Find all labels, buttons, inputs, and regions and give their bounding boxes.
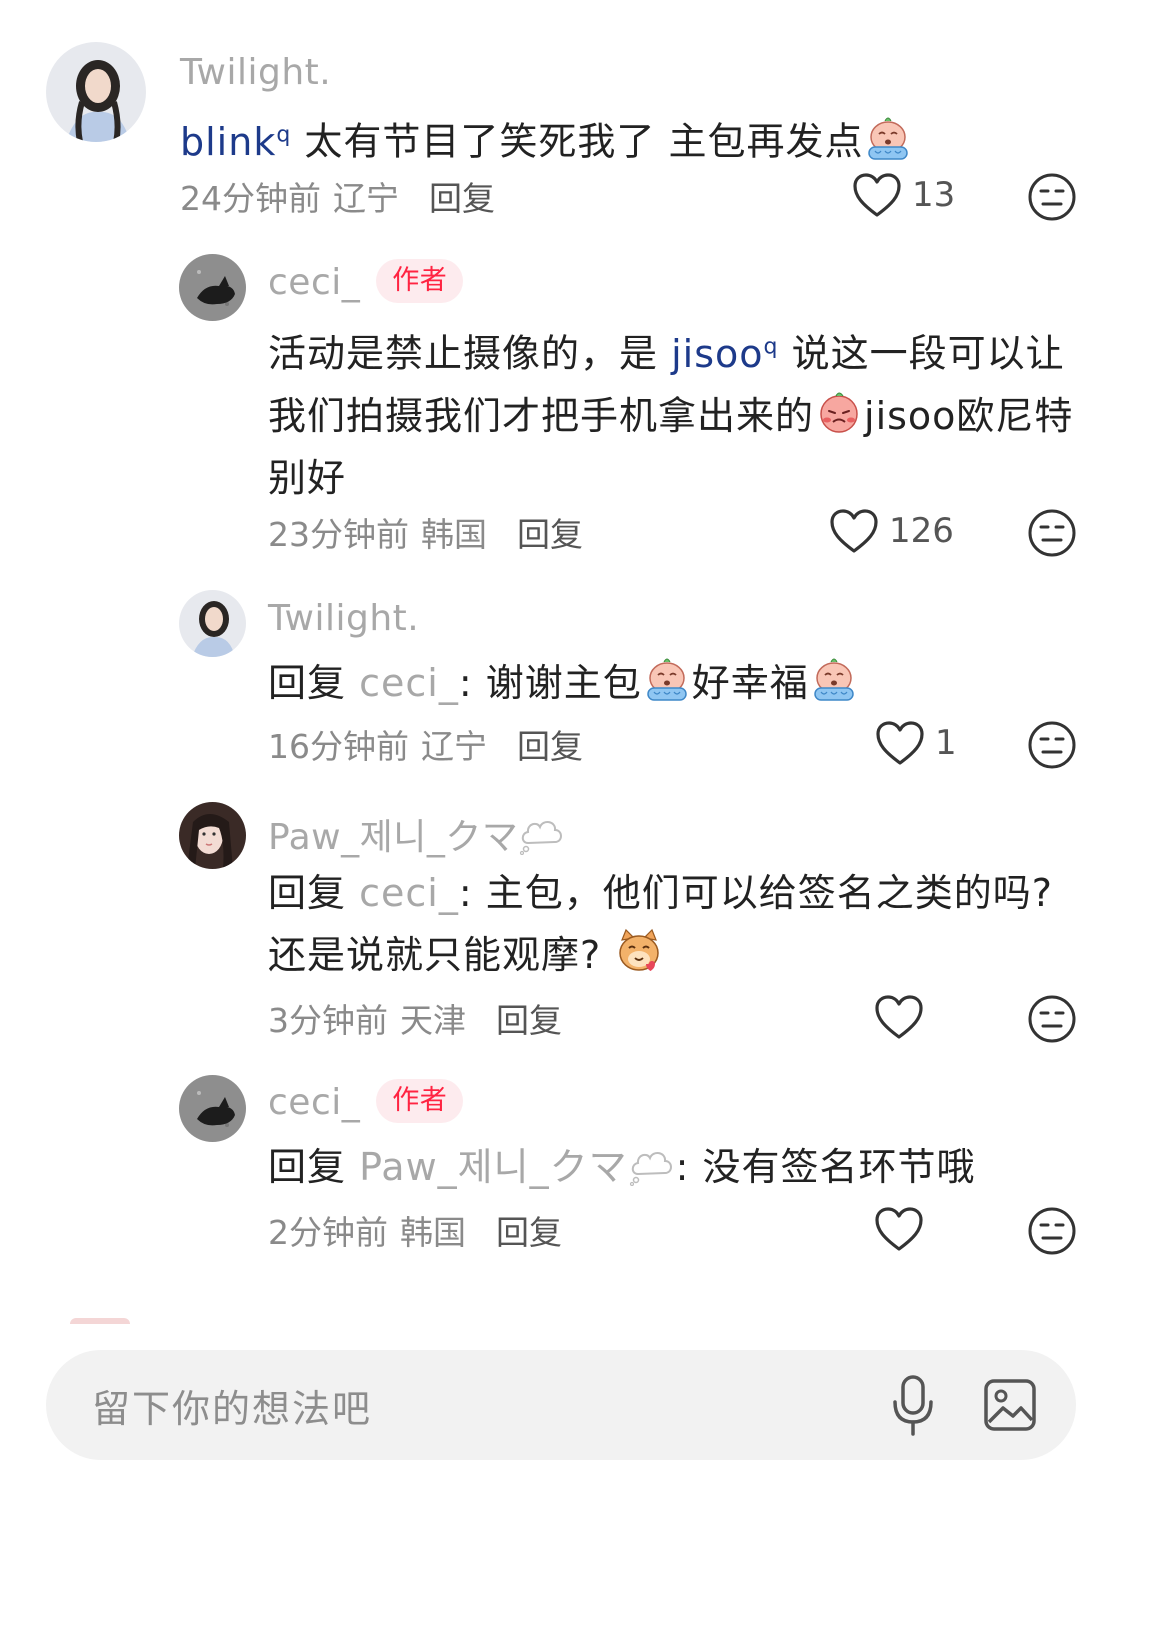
comment-text: 活动是禁止摄像的，是 jisooq 说这一段可以让 我们拍摄我们才把手机拿出来的… xyxy=(268,331,1074,500)
avatar[interactable] xyxy=(179,254,246,321)
reply-button[interactable]: 回复 xyxy=(517,727,583,766)
heart-icon xyxy=(874,1206,924,1252)
heart-icon xyxy=(829,508,879,554)
avatar[interactable] xyxy=(179,590,246,657)
avatar[interactable] xyxy=(46,42,146,142)
comment-text: 回复 Paw_제니_クマ: 没有签名环节哦 xyxy=(268,1136,1088,1198)
neutral-face-icon[interactable] xyxy=(1027,1206,1077,1256)
location: 韩国 xyxy=(421,515,487,554)
username-text[interactable]: ceci_ xyxy=(268,1082,360,1123)
search-icon: q xyxy=(763,334,779,359)
comment-meta: 16分钟前 辽宁 回复 xyxy=(268,720,583,768)
location: 辽宁 xyxy=(421,727,487,766)
like-button[interactable]: 1 xyxy=(875,720,957,766)
comment-input-placeholder[interactable]: 留下你的想法吧 xyxy=(92,1378,372,1433)
comment-meta: 2分钟前 韩国 回复 xyxy=(268,1206,562,1254)
comment-meta: 24分钟前 辽宁 回复 xyxy=(180,172,495,220)
timestamp: 23分钟前 xyxy=(268,515,409,554)
avatar[interactable] xyxy=(179,1075,246,1142)
heart-icon xyxy=(875,720,925,766)
topic-mention[interactable]: jisooq xyxy=(671,332,778,376)
crying-emoji-icon xyxy=(642,654,692,704)
author-badge: 作者 xyxy=(376,1079,464,1123)
timestamp: 24分钟前 xyxy=(180,179,321,218)
username: ceci_ 作者 xyxy=(268,259,464,306)
like-button[interactable] xyxy=(874,1206,934,1252)
username-text[interactable]: ceci_ xyxy=(268,262,360,303)
timestamp: 16分钟前 xyxy=(268,727,409,766)
reply-button[interactable]: 回复 xyxy=(517,515,583,554)
author-badge: 作者 xyxy=(376,259,464,303)
search-icon: q xyxy=(276,122,292,147)
like-button[interactable] xyxy=(874,994,934,1040)
topic-mention[interactable]: blinkq xyxy=(180,120,291,164)
crying-emoji-icon xyxy=(863,113,913,163)
thought-cloud-icon xyxy=(628,1142,676,1186)
neutral-face-icon[interactable] xyxy=(1027,994,1077,1044)
thought-cloud-icon xyxy=(518,811,566,855)
microphone-icon[interactable] xyxy=(889,1374,937,1438)
neutral-face-icon[interactable] xyxy=(1027,720,1077,770)
heart-icon xyxy=(874,994,924,1040)
location: 韩国 xyxy=(400,1213,466,1252)
location: 天津 xyxy=(400,1001,466,1040)
neutral-face-icon[interactable] xyxy=(1027,508,1077,558)
reply-target-user[interactable]: ceci_ xyxy=(359,661,459,705)
reply-target-user[interactable]: Paw_제니_クマ xyxy=(359,1145,676,1189)
location: 辽宁 xyxy=(333,179,399,218)
avatar[interactable] xyxy=(179,802,246,869)
crying-emoji-icon xyxy=(809,654,859,704)
cat-heart-emoji-icon xyxy=(614,926,664,976)
timestamp: 2分钟前 xyxy=(268,1213,388,1252)
reply-target-user[interactable]: ceci_ xyxy=(359,871,459,915)
image-icon[interactable] xyxy=(983,1378,1037,1432)
like-button[interactable]: 126 xyxy=(829,508,954,554)
reply-button[interactable]: 回复 xyxy=(429,179,495,218)
next-avatar-peek xyxy=(70,1318,130,1324)
reply-button[interactable]: 回复 xyxy=(496,1001,562,1040)
comment-meta: 23分钟前 韩国 回复 xyxy=(268,508,583,556)
username: ceci_ 作者 xyxy=(268,1079,464,1126)
username[interactable]: Twilight. xyxy=(180,52,331,93)
comment-meta: 3分钟前 天津 回复 xyxy=(268,994,562,1042)
username-text[interactable]: Paw_제니_クマ xyxy=(268,817,518,858)
like-count: 13 xyxy=(912,175,956,215)
heart-icon xyxy=(852,172,902,218)
timestamp: 3分钟前 xyxy=(268,1001,388,1040)
username[interactable]: Twilight. xyxy=(268,598,419,639)
like-button[interactable]: 13 xyxy=(852,172,955,218)
sad-peach-emoji-icon xyxy=(814,387,864,437)
username: Paw_제니_クマ xyxy=(268,808,566,860)
comment-text: 回复 ceci_: 谢谢主包 好幸福 xyxy=(268,652,1078,714)
reply-button[interactable]: 回复 xyxy=(496,1213,562,1252)
like-count: 126 xyxy=(889,511,954,551)
like-count: 1 xyxy=(935,723,957,763)
comment-text: 回复 ceci_: 主包，他们可以给签名之类的吗? 还是说就只能观摩? xyxy=(268,871,1053,977)
neutral-face-icon[interactable] xyxy=(1027,172,1077,222)
comment-text: blinkq 太有节目了笑死我了 主包再发点 xyxy=(180,104,1080,173)
comment-input-bar[interactable]: 留下你的想法吧 xyxy=(46,1350,1076,1460)
